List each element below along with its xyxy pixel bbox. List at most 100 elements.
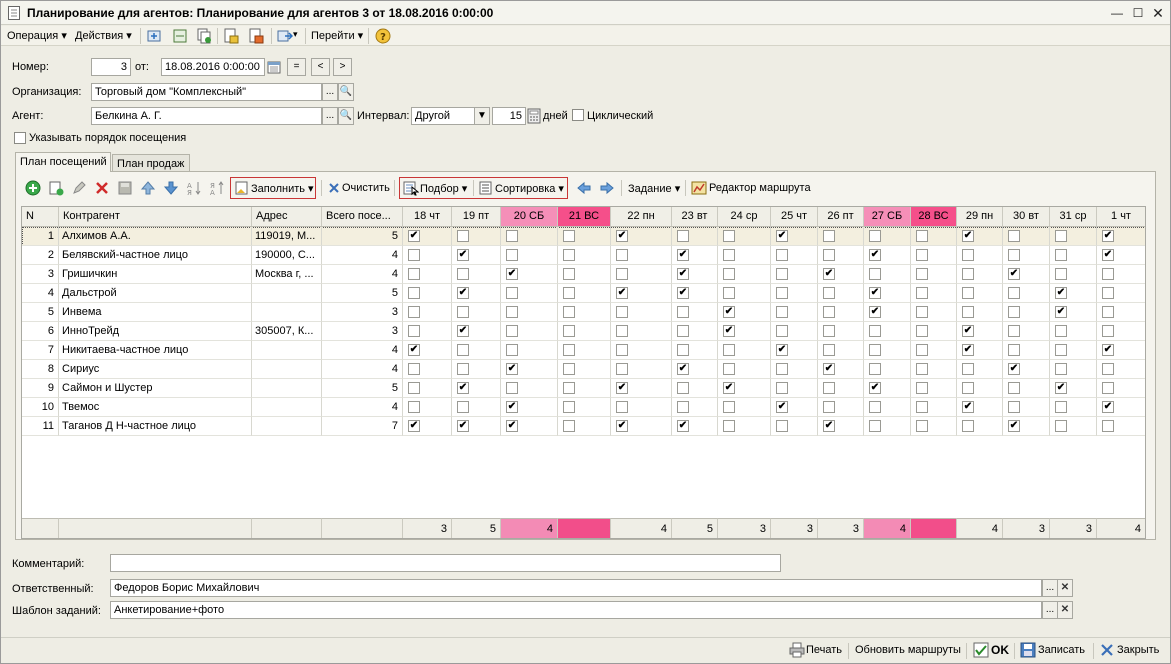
- visit-checkbox[interactable]: [616, 249, 628, 261]
- visit-order-checkbox[interactable]: [14, 132, 26, 144]
- visit-checkbox[interactable]: ✔: [457, 325, 469, 337]
- visit-checkbox[interactable]: [1102, 306, 1114, 318]
- arrow-right-icon[interactable]: [599, 180, 615, 196]
- visit-checkbox[interactable]: ✔: [408, 420, 420, 432]
- visit-checkbox[interactable]: [869, 268, 881, 280]
- visit-checkbox[interactable]: [1102, 268, 1114, 280]
- visit-checkbox[interactable]: [677, 306, 689, 318]
- edit-icon[interactable]: [71, 180, 87, 196]
- task-button[interactable]: Задание ▾: [628, 182, 680, 195]
- next-document-button[interactable]: >: [333, 58, 352, 76]
- visit-checkbox[interactable]: [1008, 382, 1020, 394]
- visit-checkbox[interactable]: [616, 344, 628, 356]
- route-editor-icon[interactable]: [691, 180, 707, 196]
- organization-search-icon[interactable]: 🔍: [338, 83, 354, 101]
- visit-checkbox[interactable]: ✔: [823, 420, 835, 432]
- visit-checkbox[interactable]: [823, 344, 835, 356]
- visit-checkbox[interactable]: [677, 325, 689, 337]
- save-button[interactable]: Записать: [1038, 644, 1085, 656]
- visit-checkbox[interactable]: [408, 268, 420, 280]
- visit-checkbox[interactable]: ✔: [723, 325, 735, 337]
- visit-checkbox[interactable]: ✔: [823, 268, 835, 280]
- print-button[interactable]: Печать: [806, 644, 842, 656]
- post-document-icon[interactable]: [146, 28, 162, 44]
- visit-checkbox[interactable]: [962, 249, 974, 261]
- header-day[interactable]: 18 чт: [403, 207, 452, 227]
- delete-icon[interactable]: [94, 180, 110, 196]
- visit-checkbox[interactable]: [1008, 249, 1020, 261]
- visit-checkbox[interactable]: [408, 363, 420, 375]
- minimize-icon[interactable]: —: [1109, 5, 1125, 21]
- close-button[interactable]: Закрыть: [1117, 644, 1159, 656]
- date-now-button[interactable]: =: [287, 58, 306, 76]
- visit-checkbox[interactable]: ✔: [616, 287, 628, 299]
- visit-checkbox[interactable]: [916, 401, 928, 413]
- visit-checkbox[interactable]: [916, 325, 928, 337]
- add-icon[interactable]: [25, 180, 41, 196]
- visit-checkbox[interactable]: [776, 306, 788, 318]
- visit-checkbox[interactable]: ✔: [1055, 287, 1067, 299]
- pick-button[interactable]: Подбор ▾: [420, 182, 467, 195]
- header-day[interactable]: 25 чт: [771, 207, 818, 227]
- visit-checkbox[interactable]: ✔: [457, 382, 469, 394]
- end-edit-icon[interactable]: [117, 180, 133, 196]
- calculator-icon[interactable]: [526, 108, 542, 124]
- visit-checkbox[interactable]: [962, 363, 974, 375]
- visit-checkbox[interactable]: [916, 382, 928, 394]
- ok-icon[interactable]: [973, 642, 989, 658]
- visit-checkbox[interactable]: [916, 287, 928, 299]
- visit-checkbox[interactable]: ✔: [616, 420, 628, 432]
- visit-checkbox[interactable]: [616, 401, 628, 413]
- visit-checkbox[interactable]: [869, 363, 881, 375]
- visit-checkbox[interactable]: [776, 382, 788, 394]
- visit-checkbox[interactable]: [723, 268, 735, 280]
- save-icon[interactable]: [1020, 642, 1036, 658]
- visit-checkbox[interactable]: [1102, 325, 1114, 337]
- visit-checkbox[interactable]: ✔: [677, 268, 689, 280]
- header-total-visits[interactable]: Всего посе...: [322, 207, 403, 227]
- visit-checkbox[interactable]: ✔: [616, 230, 628, 242]
- visit-checkbox[interactable]: ✔: [616, 382, 628, 394]
- visit-checkbox[interactable]: ✔: [776, 401, 788, 413]
- visit-checkbox[interactable]: ✔: [457, 287, 469, 299]
- visit-checkbox[interactable]: ✔: [1102, 401, 1114, 413]
- visit-checkbox[interactable]: [723, 230, 735, 242]
- visit-checkbox[interactable]: [723, 420, 735, 432]
- organization-select-button[interactable]: ...: [322, 83, 338, 101]
- visit-checkbox[interactable]: ✔: [506, 420, 518, 432]
- header-day[interactable]: 27 СБ: [864, 207, 911, 227]
- visit-checkbox[interactable]: ✔: [408, 230, 420, 242]
- task-template-select-button[interactable]: ...: [1042, 601, 1058, 619]
- visit-checkbox[interactable]: ✔: [677, 363, 689, 375]
- visit-checkbox[interactable]: [1055, 401, 1067, 413]
- clear-button[interactable]: Очистить: [342, 182, 390, 194]
- tab-sales-plan[interactable]: План продаж: [112, 154, 190, 171]
- visit-checkbox[interactable]: [823, 249, 835, 261]
- visit-checkbox[interactable]: ✔: [723, 382, 735, 394]
- structure-icon[interactable]: [172, 28, 188, 44]
- visit-checkbox[interactable]: [916, 268, 928, 280]
- prev-document-button[interactable]: <: [311, 58, 330, 76]
- visit-checkbox[interactable]: [677, 382, 689, 394]
- arrow-left-icon[interactable]: [576, 180, 592, 196]
- header-address[interactable]: Адрес: [252, 207, 322, 227]
- responsible-field[interactable]: Федоров Борис Михайлович: [110, 579, 1042, 597]
- visit-checkbox[interactable]: [677, 401, 689, 413]
- visit-checkbox[interactable]: [506, 382, 518, 394]
- visit-checkbox[interactable]: [616, 306, 628, 318]
- sort-icon[interactable]: [478, 180, 494, 196]
- visit-checkbox[interactable]: [563, 287, 575, 299]
- visit-checkbox[interactable]: [1102, 363, 1114, 375]
- visit-checkbox[interactable]: ✔: [869, 382, 881, 394]
- visit-checkbox[interactable]: [823, 401, 835, 413]
- visit-checkbox[interactable]: ✔: [1102, 344, 1114, 356]
- visit-checkbox[interactable]: [677, 344, 689, 356]
- agent-field[interactable]: Белкина А. Г.: [91, 107, 322, 125]
- visit-checkbox[interactable]: [776, 363, 788, 375]
- visit-checkbox[interactable]: [563, 363, 575, 375]
- clear-icon[interactable]: [326, 180, 342, 196]
- visit-checkbox[interactable]: ✔: [962, 325, 974, 337]
- add-copy-icon[interactable]: [48, 180, 64, 196]
- visit-checkbox[interactable]: [1102, 287, 1114, 299]
- visit-checkbox[interactable]: [962, 287, 974, 299]
